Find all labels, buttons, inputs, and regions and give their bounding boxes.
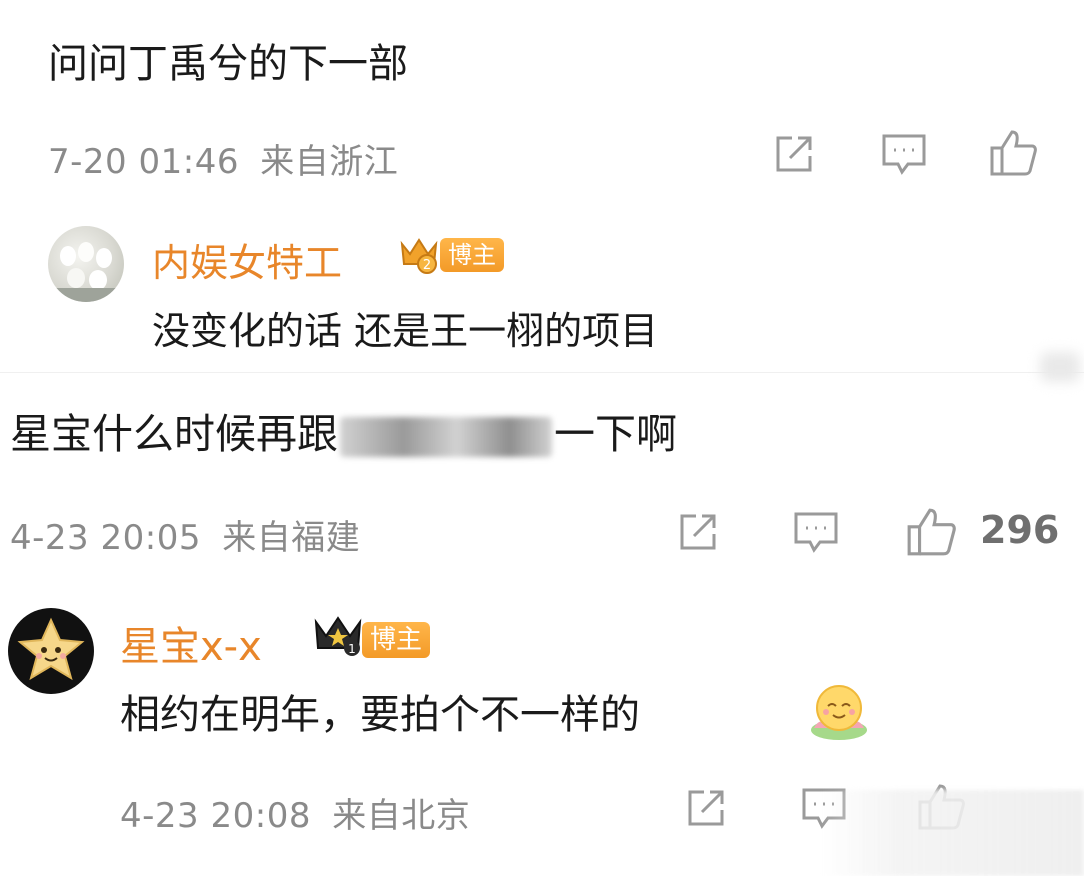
emoji-smile-icon [806,680,872,742]
comment-1-date: 7-20 01:46 [48,142,239,182]
comment-2-text-tail: 一下啊 [554,410,677,458]
comment-2-timestamp: 4-23 20:05 来自福建 [10,510,360,559]
reply-2-text: 相约在明年，要拍个不一样的 [120,692,640,738]
watermark [820,790,1084,876]
share-icon[interactable] [684,786,728,830]
crown-icon: 1 [312,612,364,658]
reply-2-timestamp: 4-23 20:08 来自北京 [120,788,470,837]
comment-1-text: 问问丁禹兮的下一部 [48,41,408,87]
avatar-image [17,617,85,681]
reply-2-date: 4-23 20:08 [120,796,311,836]
reply-1-author[interactable]: 内娱女特工 [152,232,342,287]
like-icon[interactable] [988,128,1038,178]
comment-2-text-head: 星宝什么时候再跟 [10,410,338,458]
comment-2-location: 来自福建 [222,518,361,558]
censored-name [340,417,552,457]
comment-icon[interactable] [792,510,840,554]
avatar-image [48,242,124,302]
avatar[interactable] [48,226,124,302]
like-icon[interactable] [904,506,958,558]
blogger-badge: 博主 [362,622,431,658]
reply-1-level: 2 [423,258,431,273]
like-count: 296 [980,508,1060,552]
reply-2-level: 1 [348,642,356,656]
comment-1-timestamp: 7-20 01:46 来自浙江 [48,134,398,183]
share-icon[interactable] [772,132,816,176]
share-icon[interactable] [676,510,720,554]
comment-icon[interactable] [880,132,928,176]
reply-1-text: 没变化的话 还是王一栩的项目 [152,309,659,353]
avatar[interactable] [8,608,94,694]
reply-2-location: 来自北京 [332,796,471,836]
comment-1-location: 来自浙江 [260,142,399,182]
comment-2-date: 4-23 20:05 [10,518,201,558]
comment-2-text: 星宝什么时候再跟 一下啊 [10,410,677,458]
blurred-region [1040,352,1080,382]
reply-2-author[interactable]: 星宝x-x [120,614,262,672]
crown-icon: 2 [398,234,440,274]
blogger-badge: 博主 [440,238,504,272]
divider [0,372,1084,373]
